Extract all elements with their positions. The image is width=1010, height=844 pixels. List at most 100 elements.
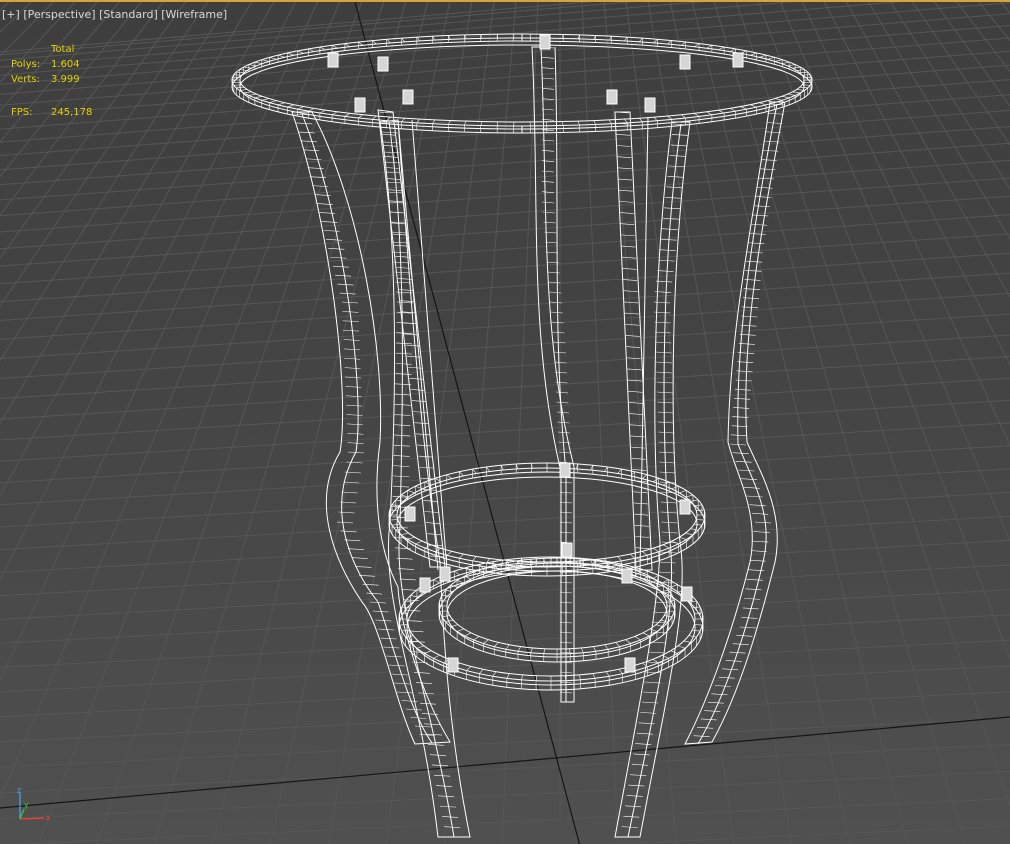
leg-tick bbox=[656, 391, 674, 394]
leg-tick bbox=[659, 471, 676, 474]
leg-tick bbox=[543, 221, 556, 224]
leg-tick bbox=[752, 513, 769, 515]
leg-tick bbox=[394, 682, 411, 685]
ring-tick bbox=[666, 610, 675, 612]
viewport-pov-label[interactable]: [Perspective] bbox=[23, 8, 95, 21]
perspective-viewport[interactable]: [+] [Perspective] [Standard] [Wireframe]… bbox=[0, 0, 1010, 844]
scene-canvas[interactable] bbox=[0, 2, 1010, 844]
leg-tick bbox=[764, 131, 781, 134]
leg-tick bbox=[355, 566, 372, 568]
leg-tick bbox=[395, 352, 412, 355]
ring-tick bbox=[618, 669, 623, 674]
ring-tick bbox=[297, 106, 304, 110]
front-leg-right bbox=[684, 101, 786, 745]
ring-tick bbox=[473, 636, 480, 641]
leg-tick bbox=[541, 88, 555, 90]
leg-tick bbox=[413, 411, 428, 413]
ring-tick bbox=[479, 669, 484, 674]
grid-line bbox=[0, 2, 341, 801]
connector-bracket bbox=[419, 577, 431, 593]
leg-tick bbox=[750, 550, 767, 552]
leg-tick bbox=[548, 281, 561, 284]
leg-tick bbox=[653, 301, 671, 304]
leg-tick bbox=[347, 432, 364, 435]
ring-tick bbox=[464, 575, 472, 580]
leg-segment-lines bbox=[293, 46, 786, 829]
leg-tick bbox=[378, 628, 395, 631]
leg-tick bbox=[343, 348, 360, 351]
leg-tick bbox=[648, 651, 665, 654]
grid-line bbox=[0, 159, 1010, 233]
leg-tick bbox=[305, 158, 322, 161]
leg-tick bbox=[631, 764, 648, 766]
leg-tick bbox=[340, 530, 357, 533]
connector-bracket bbox=[377, 56, 389, 72]
leg-tick bbox=[558, 451, 572, 454]
leg-tick bbox=[617, 167, 632, 170]
leg-tick bbox=[388, 664, 405, 667]
leg-tick bbox=[635, 547, 650, 549]
ring-tick bbox=[269, 57, 277, 60]
leg-tick bbox=[618, 189, 633, 192]
ring-tick bbox=[578, 674, 581, 680]
leg-tick bbox=[741, 478, 758, 480]
ring-tick bbox=[464, 632, 472, 637]
ring-tick bbox=[690, 499, 699, 502]
ring-tick bbox=[664, 615, 673, 617]
ring-tick bbox=[277, 54, 285, 58]
leg-tick bbox=[620, 234, 635, 237]
ring-tick bbox=[617, 468, 622, 474]
ring-tick bbox=[395, 499, 404, 502]
leg-tick bbox=[415, 682, 433, 684]
viewport-display-mode-label[interactable]: [Wireframe] bbox=[161, 8, 227, 21]
ring-tick bbox=[577, 121, 580, 126]
leg-tick bbox=[386, 178, 401, 180]
ring-tick bbox=[694, 523, 703, 526]
ring-tick bbox=[261, 98, 270, 101]
leg-tick bbox=[700, 718, 717, 721]
ring-tick bbox=[248, 64, 257, 67]
leg-tick bbox=[657, 421, 675, 424]
ring-tick bbox=[297, 50, 304, 54]
leg-tick bbox=[748, 569, 765, 572]
ring-tick bbox=[624, 118, 628, 124]
leg-tick bbox=[396, 301, 414, 304]
leg-tick bbox=[755, 196, 772, 198]
ring-tick bbox=[679, 536, 687, 540]
leg-tick bbox=[375, 619, 392, 622]
leg-tick bbox=[319, 212, 336, 214]
leg-tick bbox=[661, 521, 678, 524]
ring-tick bbox=[774, 98, 783, 101]
ring-tick bbox=[638, 37, 643, 42]
leg-tick bbox=[351, 557, 368, 559]
grid-line bbox=[713, 2, 966, 844]
leg-tick bbox=[389, 200, 404, 203]
ring-tick bbox=[750, 104, 757, 108]
leg-tick bbox=[627, 379, 642, 382]
ring-tick bbox=[706, 44, 713, 49]
leg-tick bbox=[541, 191, 555, 193]
ring-tick bbox=[662, 544, 670, 549]
ring-tick bbox=[492, 671, 497, 677]
ring-tick bbox=[464, 121, 467, 126]
x-axis-line bbox=[19, 817, 45, 820]
ring-tick bbox=[634, 636, 641, 641]
leg-tick bbox=[343, 329, 360, 332]
leg-tick bbox=[766, 122, 783, 124]
leg-tick bbox=[616, 145, 631, 147]
leg-tick bbox=[541, 98, 555, 100]
leg-tick bbox=[744, 598, 761, 600]
leg-tick bbox=[344, 376, 362, 379]
leg-tick bbox=[738, 469, 755, 472]
leg-tick bbox=[424, 511, 439, 513]
grid-line bbox=[0, 639, 1010, 693]
leg-tick bbox=[386, 655, 403, 658]
viewport-shading-style-label[interactable]: [Standard] bbox=[99, 8, 158, 21]
ring-tick bbox=[407, 490, 415, 494]
ring-tick bbox=[706, 111, 713, 116]
table-wireframe-model[interactable] bbox=[231, 33, 813, 838]
ring-tick bbox=[472, 556, 477, 562]
viewport-menu-button[interactable]: [+] bbox=[2, 8, 20, 21]
leg-tick bbox=[657, 401, 674, 404]
connector-bracket bbox=[624, 657, 636, 673]
